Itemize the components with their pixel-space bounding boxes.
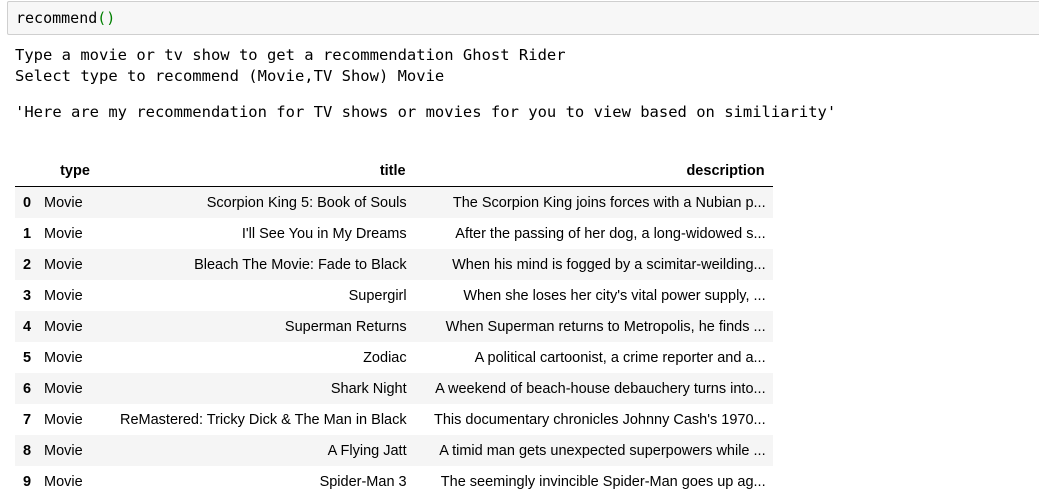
table-row: 2 Movie Bleach The Movie: Fade to Black Whe… — [15, 249, 773, 280]
row-index: 6 — [23, 380, 32, 397]
row-title: A Flying Jatt — [327, 442, 407, 459]
row-description: When Superman returns to Metropolis, he … — [445, 318, 766, 335]
row-type: Movie — [44, 349, 83, 366]
row-title: Zodiac — [363, 349, 407, 366]
row-type: Movie — [44, 380, 83, 397]
cell-stdout: Type a movie or tv show to get a recomme… — [15, 45, 566, 87]
title-header: title — [379, 163, 406, 179]
row-title: Superman Returns — [284, 318, 407, 335]
row-description: A political cartoonist, a crime reporter… — [474, 349, 766, 366]
description-header: description — [686, 163, 765, 179]
row-type: Movie — [44, 473, 83, 490]
table-row: 6 Movie Shark Night A weekend of beach-hous… — [15, 373, 773, 404]
row-title: ReMastered: Tricky Dick & The Man in Bla… — [120, 411, 407, 428]
row-type: Movie — [44, 287, 83, 304]
row-description: The seemingly invincible Spider-Man goes… — [440, 473, 766, 490]
type-header: type — [60, 163, 90, 179]
row-index: 8 — [23, 442, 32, 459]
row-index: 2 — [23, 256, 32, 273]
row-description: The Scorpion King joins forces with a Nu… — [452, 194, 766, 211]
index-header — [15, 156, 37, 187]
row-index: 3 — [23, 287, 32, 304]
table-row: 0 Movie Scorpion King 5: Book of Souls The … — [15, 186, 773, 218]
row-type: Movie — [44, 442, 83, 459]
row-index: 1 — [23, 225, 32, 242]
row-type: Movie — [44, 225, 83, 242]
row-index: 0 — [23, 194, 32, 211]
table-row: 7 Movie ReMastered: Tricky Dick & The Man … — [15, 404, 773, 435]
table-row: 5 Movie Zodiac A political cartoonist, a cr… — [15, 342, 773, 373]
row-title: Shark Night — [330, 380, 407, 397]
row-description: After the passing of her dog, a long-wid… — [455, 225, 766, 242]
row-title: Supergirl — [348, 287, 407, 304]
row-title: I'll See You in My Dreams — [241, 225, 407, 242]
row-title: Bleach The Movie: Fade to Black — [194, 256, 407, 273]
row-description: A weekend of beach-house debauchery turn… — [435, 380, 766, 397]
stdout-line-prompt-title: Type a movie or tv show to get a recomme… — [15, 46, 566, 64]
code-line[interactable]: recommend() — [16, 9, 115, 27]
row-type: Movie — [44, 194, 83, 211]
row-type: Movie — [44, 256, 83, 273]
row-type: Movie — [44, 411, 83, 428]
stdout-line-prompt-type: Select type to recommend (Movie,TV Show)… — [15, 67, 445, 85]
table-header-row: type title description — [15, 156, 773, 187]
table-row: 9 Movie Spider-Man 3 The seemingly invincib… — [15, 466, 773, 497]
row-description: When she loses her city's vital power su… — [463, 287, 766, 304]
row-index: 4 — [23, 318, 32, 335]
function-parens: () — [97, 9, 116, 27]
table-row: 8 Movie A Flying Jatt A timid man gets unex… — [15, 435, 773, 466]
row-description: This documentary chronicles Johnny Cash'… — [434, 411, 766, 428]
row-index: 9 — [23, 473, 32, 490]
row-title: Scorpion King 5: Book of Souls — [206, 194, 407, 211]
table-row: 4 Movie Superman Returns When Superman retu… — [15, 311, 773, 342]
row-description: A timid man gets unexpected superpowers … — [439, 442, 766, 459]
function-name: recommend — [16, 9, 98, 27]
recommendation-dataframe: type title description 0 Movie Scorpion Ki… — [15, 156, 773, 497]
row-title: Spider-Man 3 — [319, 473, 407, 490]
table-row: 3 Movie Supergirl When she loses her city's… — [15, 280, 773, 311]
row-index: 7 — [23, 411, 32, 428]
row-type: Movie — [44, 318, 83, 335]
code-cell-input[interactable]: recommend() — [7, 1, 1039, 35]
table-row: 1 Movie I'll See You in My Dreams After the… — [15, 218, 773, 249]
row-index: 5 — [23, 349, 32, 366]
row-description: When his mind is fogged by a scimitar-we… — [452, 256, 766, 273]
cell-result-text: 'Here are my recommendation for TV shows… — [15, 103, 837, 121]
